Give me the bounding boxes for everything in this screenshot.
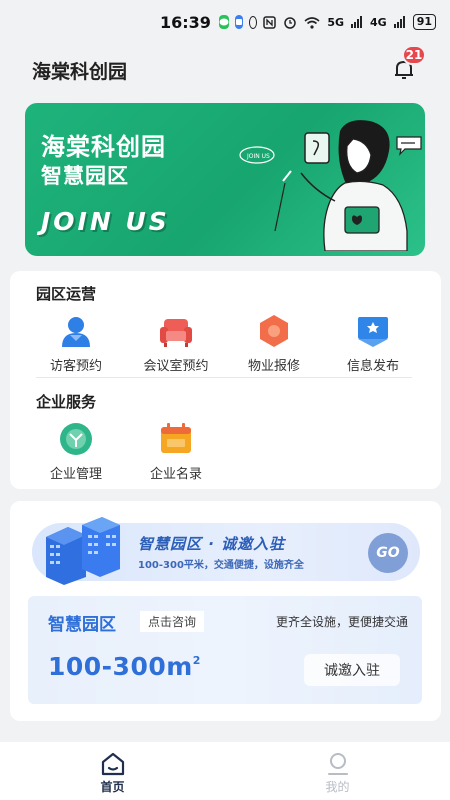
go-button[interactable]: GO (368, 533, 408, 573)
status-bar: 16:39 5G 4G 91 (0, 0, 450, 44)
network-5g: 5G (327, 15, 344, 29)
settle-in-button[interactable]: 诚邀入驻 (304, 654, 400, 686)
wifi-icon (304, 16, 320, 29)
promo-banner[interactable]: 智慧园区 · 诚邀入驻 100-300平米，交通便捷，设施齐全 GO (32, 517, 420, 585)
section-divider (36, 377, 412, 378)
nav-profile[interactable]: 我的 (225, 742, 450, 800)
bottom-nav: 首页 我的 (0, 742, 450, 800)
buildings-icon (46, 517, 120, 585)
area-range: 100-300m2 (48, 652, 201, 681)
battery-indicator: 91 (412, 14, 436, 30)
info-box: 智慧园区 点击咨询 更齐全设施，更便捷交通 100-300m2 诚邀入驻 (28, 596, 422, 704)
service-label: 物业报修 (247, 359, 300, 374)
page-title: 海棠科创园 (32, 60, 128, 83)
service-label: 信息发布 (346, 359, 399, 374)
publish-icon (358, 317, 388, 347)
info-title: 智慧园区 (48, 615, 116, 635)
hero-banner[interactable]: 海棠科创园 智慧园区 JOIN US JOIN US (25, 103, 425, 256)
status-indicators: 5G 4G 91 (263, 14, 436, 30)
home-icon (101, 752, 124, 776)
banner-subtitle: 智慧园区 (41, 164, 129, 188)
network-4g: 4G (370, 15, 387, 29)
signal-icon-2 (393, 16, 405, 28)
banner-tagline: JOIN US (41, 207, 170, 236)
service-info-publish[interactable]: 信息发布 (323, 313, 423, 374)
service-visitor-booking[interactable]: 访客预约 (26, 313, 126, 374)
service-label: 访客预约 (49, 359, 102, 374)
area-unit-superscript: 2 (192, 654, 201, 667)
service-enterprise-directory[interactable]: 企业名录 (126, 421, 226, 482)
info-description: 更齐全设施，更便捷交通 (275, 615, 408, 629)
enterprise-title: 企业服务 (36, 393, 97, 411)
area-range-value: 100-300m (48, 652, 193, 681)
art-caption: JOIN US (246, 153, 270, 160)
profile-icon (327, 753, 348, 775)
sofa-icon (160, 319, 192, 347)
consult-link[interactable]: 点击咨询 (140, 611, 205, 632)
service-label: 企业名录 (149, 467, 202, 482)
service-enterprise-management[interactable]: 企业管理 (26, 421, 126, 482)
illustration-person-icon: JOIN US (239, 120, 422, 251)
nav-label: 首页 (100, 780, 125, 794)
service-label: 企业管理 (49, 467, 102, 482)
service-label: 会议室预约 (143, 359, 209, 374)
app-header: 海棠科创园 21 (0, 44, 450, 96)
signal-icon (351, 16, 362, 28)
visitor-icon (62, 317, 90, 347)
service-meeting-room[interactable]: 会议室预约 (126, 313, 226, 374)
app-notification-icon (234, 15, 243, 29)
notification-button[interactable]: 21 (392, 45, 426, 83)
promo-subtitle: 100-300平米，交通便捷，设施齐全 (138, 560, 304, 571)
alarm-icon (284, 17, 297, 29)
chat-icon (248, 15, 258, 29)
notification-badge: 21 (402, 45, 426, 65)
nav-label: 我的 (325, 780, 350, 794)
service-property-repair[interactable]: 物业报修 (224, 313, 324, 374)
promo-title: 智慧园区 · 诚邀入驻 (138, 535, 286, 553)
wechat-icon (218, 15, 229, 29)
services-card: 园区运营 访客预约 会议室预约 物业报修 信息发布 企业服务 企业管理 企业名录 (10, 271, 441, 489)
park-ops-title: 园区运营 (36, 285, 97, 303)
repair-icon (260, 315, 288, 347)
directory-icon (161, 423, 191, 453)
status-time: 16:39 (160, 12, 211, 32)
nfc-icon (263, 15, 277, 29)
promo-card: 智慧园区 · 诚邀入驻 100-300平米，交通便捷，设施齐全 GO 智慧园区 … (10, 501, 441, 721)
nav-home[interactable]: 首页 (0, 742, 225, 800)
banner-title: 海棠科创园 (41, 133, 166, 161)
management-icon (60, 423, 92, 455)
